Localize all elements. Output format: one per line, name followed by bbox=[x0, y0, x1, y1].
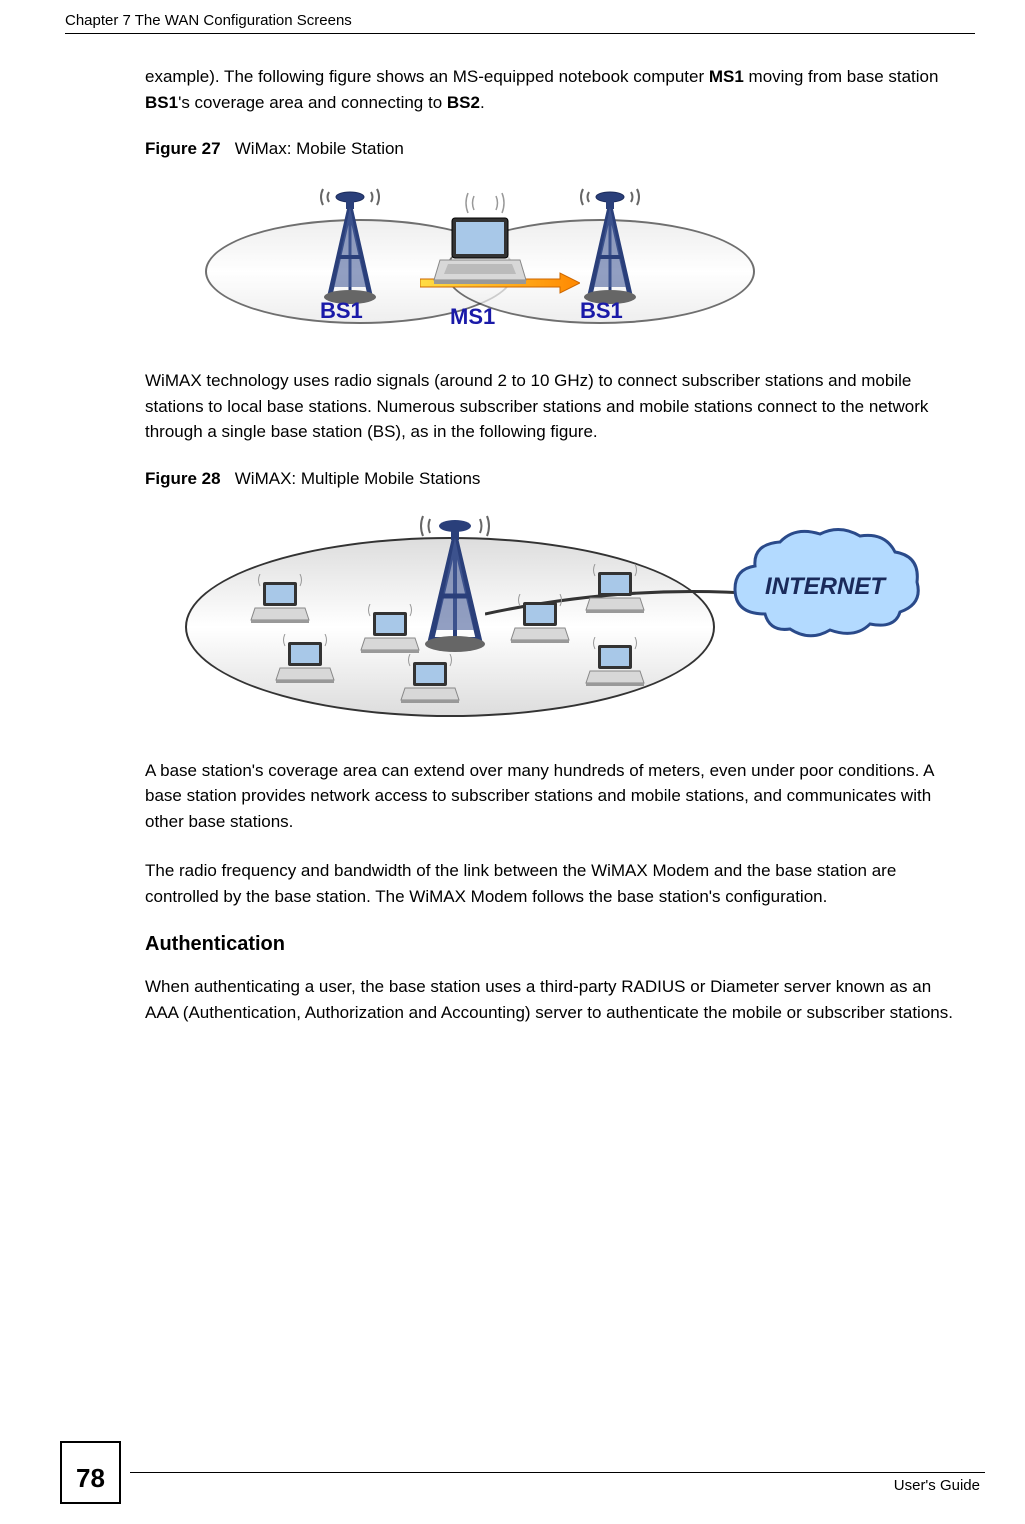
paragraph-5: When authenticating a user, the base sta… bbox=[145, 974, 965, 1025]
bs1-bold: BS1 bbox=[145, 93, 178, 112]
page-footer: 78 User's Guide bbox=[0, 1472, 1025, 1494]
bs2-bold: BS2 bbox=[447, 93, 480, 112]
figure-27-container: BS1 MS1 BS1 bbox=[145, 169, 965, 344]
base-station-tower-2-icon bbox=[575, 177, 645, 307]
paragraph-2: WiMAX technology uses radio signals (aro… bbox=[145, 368, 965, 445]
bs1-label-right: BS1 bbox=[580, 298, 623, 324]
figure-28-title: WiMAX: Multiple Mobile Stations bbox=[235, 469, 481, 488]
authentication-heading: Authentication bbox=[145, 933, 965, 956]
subscriber-laptop-7-icon bbox=[580, 637, 650, 697]
subscriber-laptop-4-icon bbox=[395, 654, 465, 714]
intro-text-part3: 's coverage area and connecting to bbox=[178, 93, 447, 112]
subscriber-laptop-5-icon bbox=[505, 594, 575, 654]
subscriber-laptop-1-icon bbox=[245, 574, 315, 634]
base-station-tower-1-icon bbox=[315, 177, 385, 307]
bs1-label-left: BS1 bbox=[320, 298, 363, 324]
figure-27-number: Figure 27 bbox=[145, 139, 221, 158]
figure-28-number: Figure 28 bbox=[145, 469, 221, 488]
intro-text-part2: moving from base station bbox=[744, 67, 939, 86]
central-base-station-icon bbox=[415, 504, 495, 659]
mobile-station-laptop-icon bbox=[430, 212, 530, 292]
ms1-label: MS1 bbox=[450, 304, 495, 330]
figure-28-container: INTERNET bbox=[145, 499, 965, 734]
page-number: 78 bbox=[60, 1441, 121, 1504]
subscriber-laptop-2-icon bbox=[270, 634, 340, 694]
paragraph-3: A base station's coverage area can exten… bbox=[145, 758, 965, 835]
paragraph-4: The radio frequency and bandwidth of the… bbox=[145, 858, 965, 909]
figure-28-caption: Figure 28 WiMAX: Multiple Mobile Station… bbox=[145, 469, 965, 489]
svg-text:INTERNET: INTERNET bbox=[765, 573, 887, 600]
footer-text: User's Guide bbox=[0, 1473, 985, 1494]
figure-27-title: WiMax: Mobile Station bbox=[235, 139, 404, 158]
intro-text-part4: . bbox=[480, 93, 485, 112]
chapter-header: Chapter 7 The WAN Configuration Screens bbox=[65, 0, 975, 29]
header-divider bbox=[65, 33, 975, 34]
internet-cloud-icon: INTERNET bbox=[725, 524, 925, 659]
ms1-bold: MS1 bbox=[709, 67, 744, 86]
intro-paragraph: example). The following figure shows an … bbox=[145, 64, 965, 115]
intro-text-part1: example). The following figure shows an … bbox=[145, 67, 709, 86]
subscriber-laptop-6-icon bbox=[580, 564, 650, 624]
figure-27-caption: Figure 27 WiMax: Mobile Station bbox=[145, 139, 965, 159]
